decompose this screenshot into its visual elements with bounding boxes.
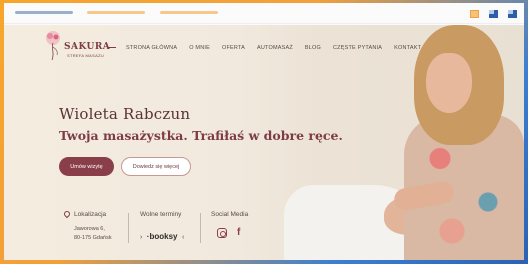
nav-item-blog[interactable]: BLOG [305, 45, 321, 51]
learn-more-button[interactable]: Dowiedz się więcej [121, 157, 191, 176]
address-line1: Jaworowa 6, [74, 226, 105, 232]
chevron-right-icon: › [140, 234, 143, 241]
location-pin-icon [62, 210, 72, 219]
close-icon[interactable] [508, 10, 517, 18]
placeholder-bar [160, 11, 218, 14]
nav-item-home[interactable]: STRONA GŁÓWNA [126, 45, 177, 51]
social-title: Social Media [211, 211, 249, 218]
location-title: Lokalizacja [74, 211, 107, 218]
hero-tagline: Twoja masażystka. Trafiłaś w dobre ręce. [59, 128, 343, 143]
booking-block: Wolne terminy › ·booksy ‹ [140, 211, 184, 244]
nav-item-contact[interactable]: KONTAKT [394, 45, 421, 51]
booksy-link[interactable]: › ·booksy ‹ [140, 226, 184, 244]
hero-section: SAKURA STREFA MASAŻU STRONA GŁÓWNA O MNI… [4, 25, 524, 260]
instagram-icon[interactable] [217, 228, 227, 238]
booksy-logo: ·booksy [146, 232, 178, 241]
facebook-icon[interactable]: f [237, 227, 240, 238]
nav-item-offer[interactable]: OFERTA [222, 45, 245, 51]
book-visit-button[interactable]: Umów wizytę [59, 157, 114, 176]
nav-item-about[interactable]: O MNIE [189, 45, 210, 51]
minimize-icon[interactable] [470, 10, 479, 18]
brand-subtitle: STREFA MASAŻU [67, 53, 105, 58]
info-divider [128, 213, 129, 243]
nav-item-faq[interactable]: CZĘSTE PYTANIA [333, 45, 382, 51]
top-bar [4, 3, 524, 24]
booking-title: Wolne terminy [140, 211, 182, 218]
nav-divider [108, 47, 116, 48]
brand-name[interactable]: SAKURA [64, 42, 110, 52]
address-line2: 80-175 Gdańsk [74, 235, 112, 241]
browser-window: SAKURA STREFA MASAŻU STRONA GŁÓWNA O MNI… [4, 3, 524, 260]
sakura-logo-icon[interactable] [42, 29, 64, 61]
placeholder-bar [15, 11, 73, 14]
placeholder-bar [87, 11, 145, 14]
hero-name: Wioleta Rabczun [59, 105, 191, 123]
info-divider [200, 213, 201, 243]
location-block: Lokalizacja Jaworowa 6, 80-175 Gdańsk [62, 210, 112, 243]
maximize-icon[interactable] [489, 10, 498, 18]
chevron-left-icon: ‹ [181, 234, 185, 241]
social-block: Social Media [211, 211, 248, 218]
therapist-face [426, 53, 472, 113]
main-nav: STRONA GŁÓWNA O MNIE OFERTA AUTOMASAŻ BL… [126, 45, 421, 51]
nav-item-self-massage[interactable]: AUTOMASAŻ [257, 45, 293, 51]
